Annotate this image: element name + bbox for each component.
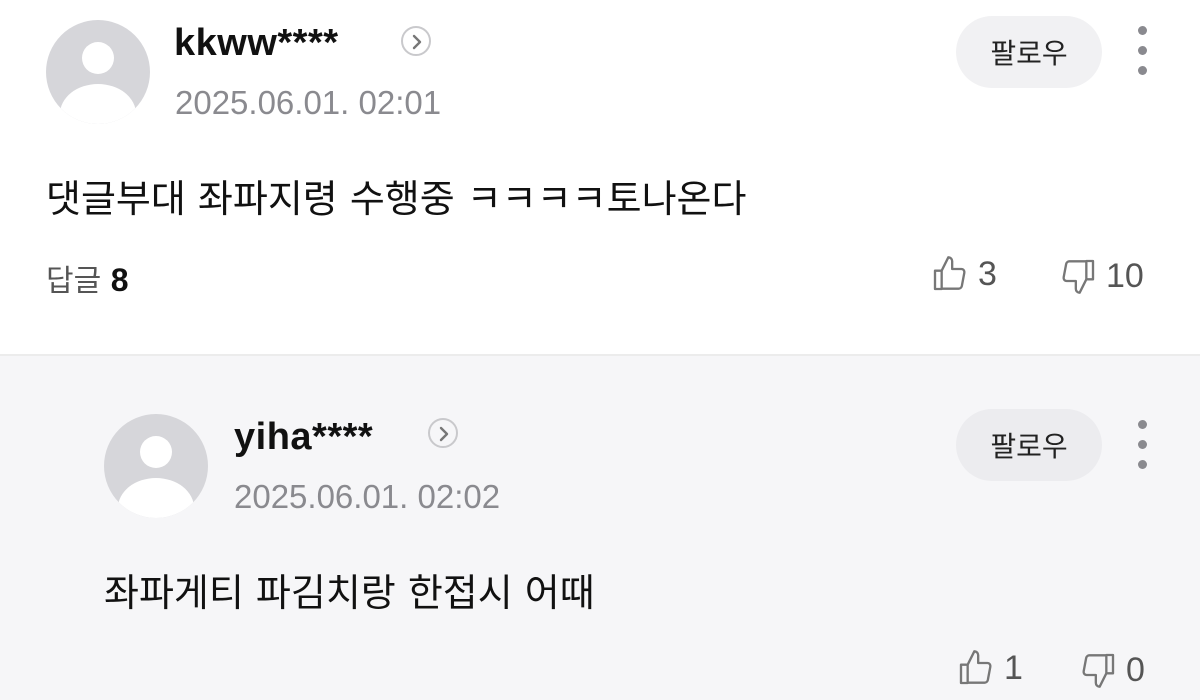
- like-count: 3: [978, 254, 997, 293]
- reply-count: 8: [110, 262, 129, 298]
- reply-count-link[interactable]: 답글 8: [46, 256, 129, 300]
- like-button[interactable]: 3: [930, 254, 997, 294]
- comment-text: 댓글부대 좌파지령 수행중 ㅋㅋㅋㅋ토나온다: [46, 177, 747, 221]
- comment-username[interactable]: yiha****: [234, 416, 373, 459]
- reply-item: yiha**** 2025.06.01. 02:02 팔로우 좌파게티 파김치랑…: [0, 356, 1200, 700]
- thumbs-down-icon: [1062, 259, 1095, 294]
- chevron-right-circle-icon[interactable]: [428, 418, 458, 448]
- thumbs-up-icon: [959, 650, 992, 685]
- comment-username[interactable]: kkww****: [174, 22, 339, 65]
- vertical-ellipsis-icon[interactable]: [1132, 24, 1152, 80]
- user-avatar[interactable]: [104, 414, 208, 518]
- avatar-body-shape: [60, 84, 136, 124]
- thumbs-down-icon: [1082, 653, 1115, 688]
- vertical-ellipsis-icon[interactable]: [1132, 418, 1152, 474]
- reply-label: 답글: [46, 264, 102, 299]
- like-button[interactable]: 1: [956, 648, 1023, 688]
- comment-timestamp: 2025.06.01. 02:01: [175, 84, 442, 121]
- comment-timestamp: 2025.06.01. 02:02: [234, 478, 501, 515]
- follow-button[interactable]: 팔로우: [956, 16, 1102, 88]
- user-avatar[interactable]: [46, 20, 150, 124]
- thumbs-up-icon: [933, 256, 966, 291]
- comment-item: kkww**** 2025.06.01. 02:01 팔로우 댓글부대 좌파지령…: [0, 0, 1200, 356]
- dislike-button[interactable]: 10: [1058, 256, 1144, 296]
- follow-button[interactable]: 팔로우: [956, 409, 1102, 481]
- dislike-count: 0: [1126, 650, 1145, 689]
- like-count: 1: [1004, 648, 1023, 687]
- dislike-count: 10: [1106, 256, 1144, 295]
- avatar-head-shape: [140, 436, 172, 468]
- dislike-button[interactable]: 0: [1078, 650, 1145, 690]
- avatar-head-shape: [82, 42, 114, 74]
- comment-text: 좌파게티 파김치랑 한접시 어때: [104, 571, 595, 615]
- avatar-body-shape: [118, 478, 194, 518]
- chevron-right-circle-icon[interactable]: [401, 26, 431, 56]
